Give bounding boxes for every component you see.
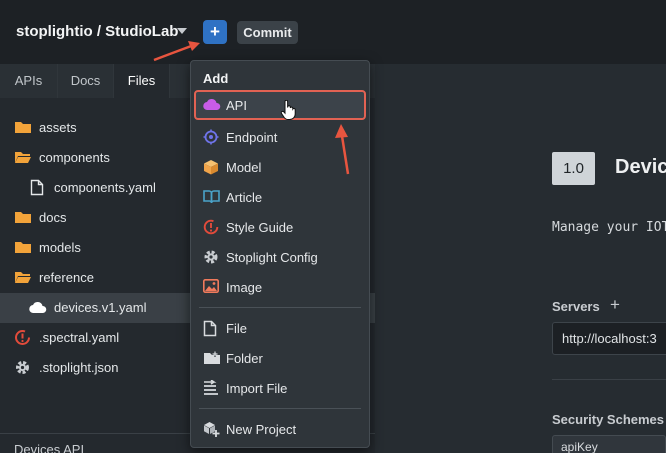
menu-divider (199, 408, 361, 409)
gear-icon (14, 359, 31, 381)
file-icon (30, 179, 44, 201)
image-icon (203, 279, 219, 298)
menu-item-label: API (226, 98, 247, 113)
tab-files[interactable]: Files (114, 64, 170, 98)
menu-header: Add (203, 71, 229, 86)
hand-cursor-icon (280, 99, 296, 125)
menu-item-file[interactable]: File (191, 313, 369, 343)
menu-divider (199, 307, 361, 308)
tree-item-label: components (39, 150, 110, 165)
menu-item-import-file[interactable]: Import File (191, 373, 369, 403)
tree-item-label: docs (39, 210, 67, 225)
servers-heading: Servers (552, 299, 600, 314)
menu-item-stoplight-config[interactable]: Stoplight Config (191, 242, 369, 272)
menu-item-model[interactable]: Model (191, 152, 369, 182)
menu-item-label: Style Guide (226, 220, 294, 235)
menu-item-new-project[interactable]: New Project (191, 414, 369, 444)
version-badge: 1.0 (552, 152, 595, 185)
menu-item-label: Endpoint (226, 130, 278, 145)
tab-docs[interactable]: Docs (58, 64, 114, 98)
cloud-icon (29, 301, 47, 319)
divider (552, 379, 666, 380)
workspace-switcher[interactable]: stoplightio / StudioLab (16, 23, 178, 40)
page-title: Devic (615, 156, 666, 178)
tree-item-label: models (39, 240, 81, 255)
tab-apis[interactable]: APIs (0, 64, 58, 98)
tree-item-label: assets (39, 120, 77, 135)
menu-item-folder[interactable]: Folder (191, 343, 369, 373)
menu-item-label: Import File (226, 381, 288, 396)
tree-item-label: components.yaml (54, 180, 156, 195)
style-guide-icon (203, 219, 219, 240)
new-project-icon (203, 421, 220, 443)
folder-open-icon (14, 149, 32, 170)
commit-button[interactable]: Commit (237, 21, 298, 44)
import-icon (203, 379, 220, 401)
folder-plus-icon (203, 350, 221, 371)
api-description[interactable]: Manage your IOT (552, 220, 666, 235)
security-scheme-select[interactable]: apiKey (552, 435, 666, 453)
cube-icon (203, 159, 219, 180)
menu-item-label: File (226, 321, 247, 336)
tree-item-label: .spectral.yaml (39, 330, 120, 345)
folder-icon (14, 209, 32, 230)
security-schemes-heading: Security Schemes (552, 412, 665, 427)
folder-icon (14, 119, 32, 140)
top-bar: stoplightio / StudioLab + Commit (0, 0, 666, 64)
main-panel: 1.0 Devic Manage your IOT Servers + http… (375, 64, 666, 453)
menu-item-label: New Project (226, 422, 297, 437)
menu-item-style-guide[interactable]: Style Guide (191, 212, 369, 242)
chevron-down-icon[interactable] (177, 28, 187, 34)
server-url-input[interactable]: http://localhost:3 (552, 322, 666, 355)
menu-item-label: Model (226, 160, 262, 175)
add-button[interactable]: + (203, 20, 227, 44)
folder-open-icon (14, 269, 32, 290)
book-icon (203, 189, 220, 209)
tree-item-label: reference (39, 270, 94, 285)
tree-item-label: .stoplight.json (39, 360, 119, 375)
menu-item-image[interactable]: Image (191, 272, 369, 302)
gear-icon (203, 249, 219, 270)
tree-item-label: devices.v1.yaml (54, 300, 147, 315)
folder-icon (14, 239, 32, 260)
file-icon (203, 320, 217, 342)
style-guide-icon (14, 329, 31, 351)
sidebar-footer-label[interactable]: Devices API (14, 442, 84, 453)
crosshair-icon (203, 129, 219, 150)
menu-item-label: Article (226, 190, 263, 205)
cloud-icon (203, 97, 221, 117)
menu-item-label: Folder (226, 351, 263, 366)
menu-item-label: Stoplight Config (226, 250, 318, 265)
menu-item-label: Image (226, 280, 263, 295)
menu-item-article[interactable]: Article (191, 182, 369, 212)
menu-item-endpoint[interactable]: Endpoint (191, 122, 369, 152)
add-server-button[interactable]: + (610, 295, 620, 315)
